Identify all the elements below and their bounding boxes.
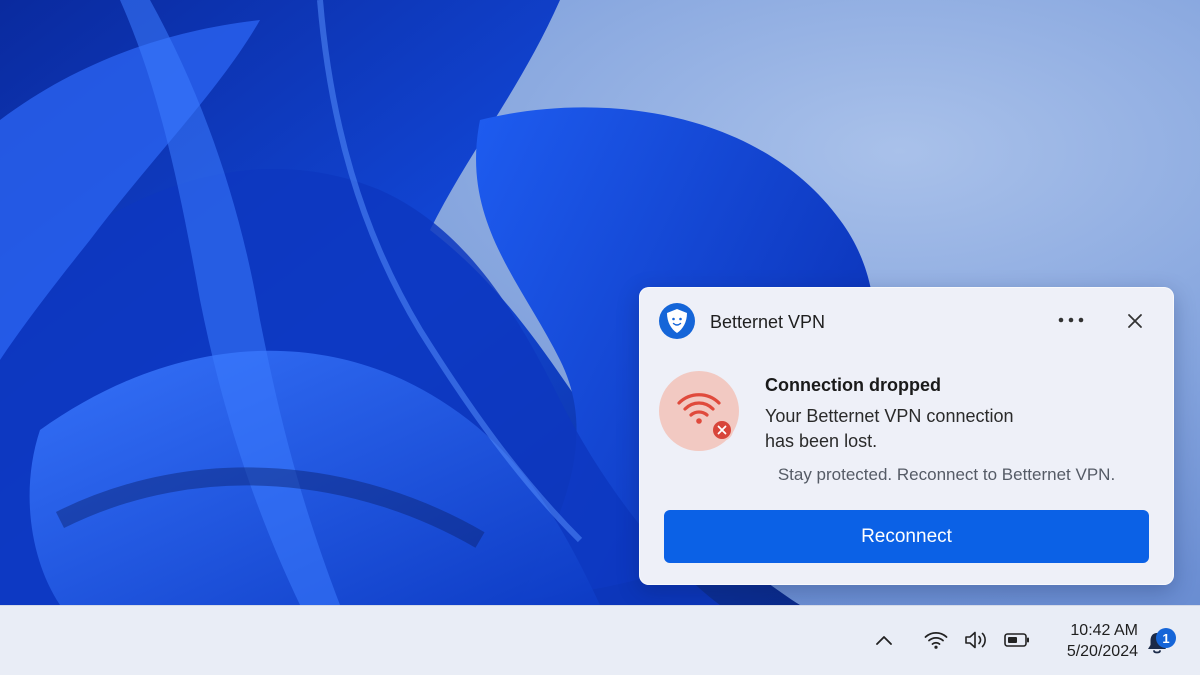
- toast-message-line-1: Your Betternet VPN connection: [765, 406, 1014, 426]
- more-options-button[interactable]: [1051, 305, 1091, 335]
- taskbar: 10:42 AM 5/20/2024 1: [0, 605, 1200, 675]
- network-button[interactable]: [921, 626, 951, 654]
- show-hidden-icons-button[interactable]: [870, 626, 898, 654]
- taskbar-clock[interactable]: 10:42 AM 5/20/2024: [1040, 620, 1138, 662]
- toast-header: Betternet VPN: [639, 287, 1174, 355]
- close-icon: [1128, 314, 1142, 328]
- error-badge-icon: [711, 419, 733, 441]
- chevron-up-icon: [876, 636, 892, 645]
- clock-time: 10:42 AM: [1070, 622, 1138, 639]
- status-icon-container: [659, 371, 739, 451]
- toast-message-line-2: has been lost.: [765, 431, 878, 451]
- toast-message: Your Betternet VPN connection has been l…: [765, 404, 1065, 454]
- notification-count-badge: 1: [1156, 628, 1176, 648]
- close-button[interactable]: [1117, 305, 1153, 337]
- toast-title: Connection dropped: [765, 375, 941, 395]
- battery-button[interactable]: [1002, 626, 1032, 654]
- volume-button[interactable]: [961, 626, 993, 654]
- clock-date: 5/20/2024: [1066, 643, 1138, 660]
- more-options-icon: [1058, 317, 1084, 323]
- app-name: Betternet VPN: [710, 312, 826, 332]
- toast-hint-text: Stay protected. Reconnect to Betternet V…: [777, 465, 1116, 484]
- wifi-icon: [924, 631, 948, 649]
- toast-hint: Stay protected. Reconnect to Betternet V…: [639, 465, 1174, 485]
- vpn-notification-toast: Betternet VPN Connection dropped Your Be…: [639, 287, 1174, 585]
- reconnect-button-label: Reconnect: [861, 525, 952, 547]
- battery-icon: [1004, 633, 1029, 647]
- betternet-shield-icon: [659, 303, 695, 339]
- volume-icon: [965, 631, 986, 649]
- reconnect-button[interactable]: Reconnect: [664, 510, 1149, 563]
